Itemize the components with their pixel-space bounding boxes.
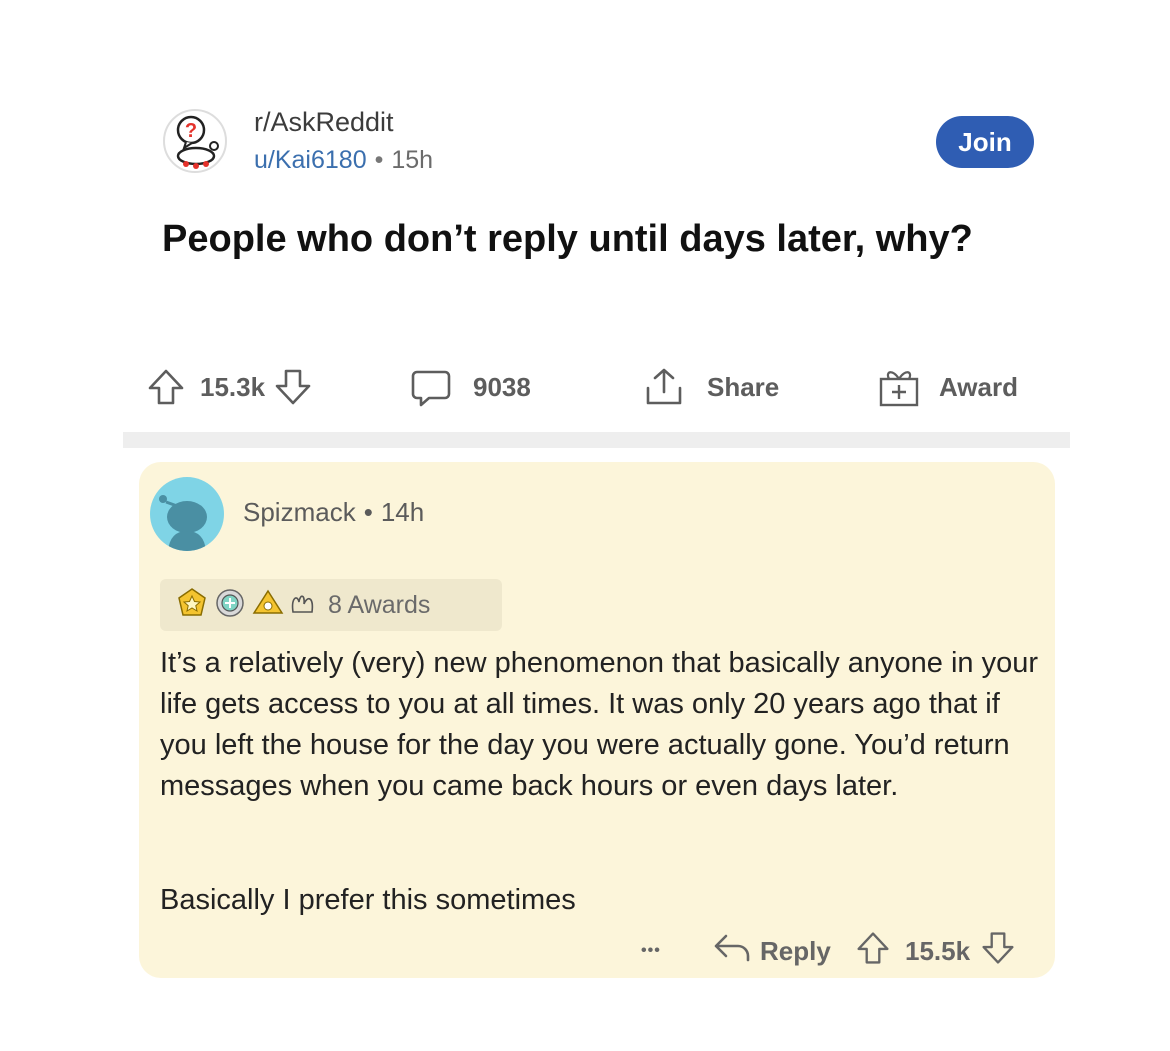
comment-count: 9038 xyxy=(473,371,531,402)
reply-icon xyxy=(712,930,752,973)
join-button[interactable]: Join xyxy=(936,116,1034,168)
comment-downvote-icon[interactable] xyxy=(980,930,1016,973)
award-badge-triangle-icon xyxy=(252,587,284,624)
comment-separator: • xyxy=(363,497,373,527)
more-label: ••• xyxy=(641,942,661,959)
awards-bar[interactable]: 8 Awards xyxy=(160,579,502,631)
more-icon[interactable]: ••• xyxy=(641,928,661,974)
award-badge-gold-icon xyxy=(176,587,208,624)
comment-meta: Spizmack • 14h xyxy=(243,497,424,528)
comments-button[interactable]: 9038 xyxy=(409,362,531,412)
section-divider xyxy=(123,432,1070,448)
comment-vote-count: 15.5k xyxy=(905,935,971,966)
share-label: Share xyxy=(707,371,780,402)
award-icon xyxy=(877,365,921,409)
comment-age: 14h xyxy=(380,497,425,527)
comment-body-2: Basically I prefer this sometimes xyxy=(160,884,576,916)
award-badge-bunny-icon xyxy=(288,588,318,623)
comment-body: It’s a relatively (very) new phenomenon … xyxy=(160,647,1038,802)
subreddit-icon[interactable]: ? xyxy=(162,108,228,174)
downvote-icon[interactable] xyxy=(273,367,313,407)
post-byline: u/Kai6180 • 15h xyxy=(254,146,433,175)
award-badge-silver-icon xyxy=(214,587,246,624)
awards-count: 8 Awards xyxy=(328,590,431,619)
subreddit-name[interactable]: r/AskReddit xyxy=(254,107,394,138)
avatar[interactable] xyxy=(150,477,224,551)
byline-separator: • xyxy=(374,146,384,174)
post-title[interactable]: People who don’t reply until days later,… xyxy=(162,214,1042,264)
comment-upvote-icon[interactable] xyxy=(855,930,891,973)
reply-label: Reply xyxy=(760,935,831,966)
comment-vote-group: 15.5k xyxy=(855,928,1016,974)
award-button[interactable]: Award xyxy=(877,362,1018,412)
upvote-icon[interactable] xyxy=(146,367,186,407)
comment-author[interactable]: Spizmack xyxy=(243,497,356,527)
share-button[interactable]: Share xyxy=(643,362,779,412)
post-vote-count: 15.3k xyxy=(200,371,266,402)
reply-button[interactable]: Reply xyxy=(712,928,831,974)
post-author[interactable]: u/Kai6180 xyxy=(254,146,367,174)
vote-group: 15.3k xyxy=(146,362,313,412)
comment-icon xyxy=(409,366,451,408)
post-age: 15h xyxy=(391,146,434,174)
share-icon xyxy=(643,366,685,408)
award-label: Award xyxy=(939,371,1018,402)
svg-text:?: ? xyxy=(185,120,197,142)
